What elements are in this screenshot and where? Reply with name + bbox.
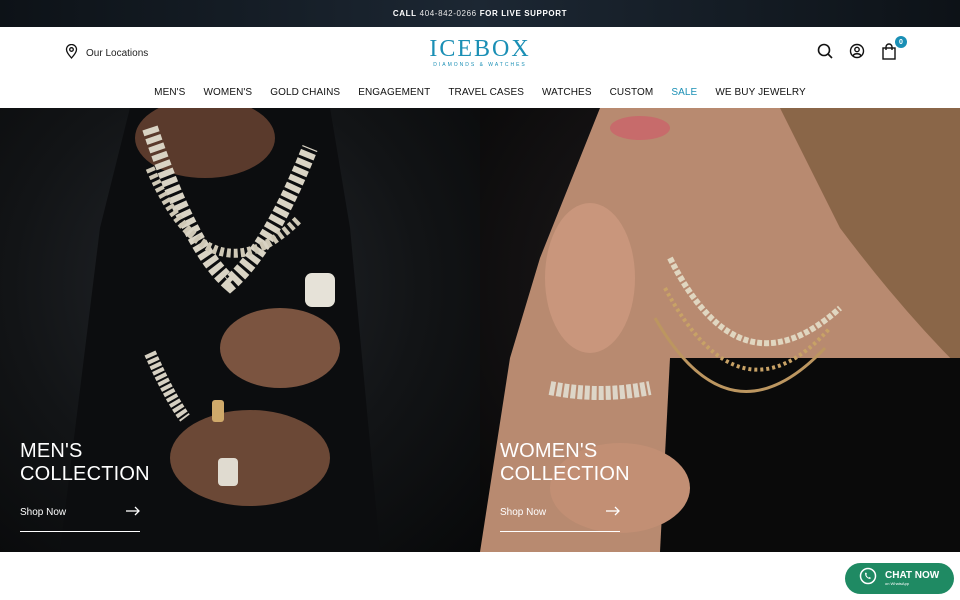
mens-shop-now-label: Shop Now — [20, 507, 67, 518]
mens-title-line2: COLLECTION — [20, 463, 150, 485]
nav-item-watches[interactable]: WATCHES — [533, 87, 601, 98]
location-pin-icon — [65, 43, 78, 62]
nav-item-engagement[interactable]: ENGAGEMENT — [349, 87, 439, 98]
main-navigation: MEN'S WOMEN'S GOLD CHAINS ENGAGEMENT TRA… — [0, 77, 960, 108]
womens-collection-title: WOMEN'S COLLECTION — [500, 440, 630, 486]
womens-shop-now-label: Shop Now — [500, 507, 547, 518]
mens-shop-now-underline — [20, 531, 140, 532]
chat-now-label: CHAT NOW — [885, 569, 940, 581]
mens-collection-title: MEN'S COLLECTION — [20, 440, 150, 486]
mens-collection-banner[interactable]: MEN'S COLLECTION Shop Now — [0, 108, 480, 552]
nav-item-womens[interactable]: WOMEN'S — [194, 87, 261, 98]
support-phone-link[interactable]: 404-842-0266 — [420, 9, 477, 18]
arrow-right-icon — [126, 506, 140, 519]
mens-shop-now-link[interactable]: Shop Now — [20, 506, 140, 519]
womens-collection-banner[interactable]: WOMEN'S COLLECTION Shop Now — [480, 108, 960, 552]
whatsapp-icon — [859, 567, 877, 590]
nav-item-mens[interactable]: MEN'S — [145, 87, 194, 98]
site-logo[interactable]: ICEBOX DIAMONDS & WATCHES — [429, 37, 530, 68]
announcement-prefix: CALL — [392, 9, 417, 18]
logo-brand: ICEBOX — [429, 36, 531, 62]
nav-item-sale[interactable]: SALE — [662, 87, 706, 98]
womens-title-line1: WOMEN'S — [500, 440, 598, 462]
nav-item-custom[interactable]: CUSTOM — [601, 87, 663, 98]
announcement-bar: CALL 404-842-0266 FOR LIVE SUPPORT — [0, 0, 960, 27]
account-icon[interactable] — [848, 42, 866, 60]
nav-item-we-buy-jewelry[interactable]: WE BUY JEWELRY — [706, 87, 815, 98]
announcement-suffix: FOR LIVE SUPPORT — [479, 9, 568, 18]
arrow-right-icon — [606, 506, 620, 519]
header-actions: 0 — [816, 36, 907, 60]
nav-item-travel-cases[interactable]: TRAVEL CASES — [439, 87, 533, 98]
chat-text: CHAT NOW on WhatsApp — [885, 569, 940, 587]
shopping-bag-icon[interactable]: 0 — [880, 36, 907, 60]
nav-item-gold-chains[interactable]: GOLD CHAINS — [261, 87, 349, 98]
hero-banner: MEN'S COLLECTION Shop Now WOMEN'S COLLEC… — [0, 108, 960, 552]
womens-shop-now-link[interactable]: Shop Now — [500, 506, 620, 519]
our-locations-label: Our Locations — [86, 47, 149, 59]
mens-title-line1: MEN'S — [20, 440, 83, 462]
site-header: Our Locations ICEBOX DIAMONDS & WATCHES … — [0, 27, 960, 77]
chat-sublabel: on WhatsApp — [885, 580, 910, 586]
womens-shop-now-underline — [500, 531, 620, 532]
search-icon[interactable] — [816, 42, 834, 60]
cart-count-badge: 0 — [895, 36, 907, 48]
whatsapp-chat-button[interactable]: CHAT NOW on WhatsApp — [845, 563, 954, 594]
logo-tagline: DIAMONDS & WATCHES — [433, 62, 527, 68]
womens-title-line2: COLLECTION — [500, 463, 630, 485]
our-locations-link[interactable]: Our Locations — [65, 43, 149, 62]
